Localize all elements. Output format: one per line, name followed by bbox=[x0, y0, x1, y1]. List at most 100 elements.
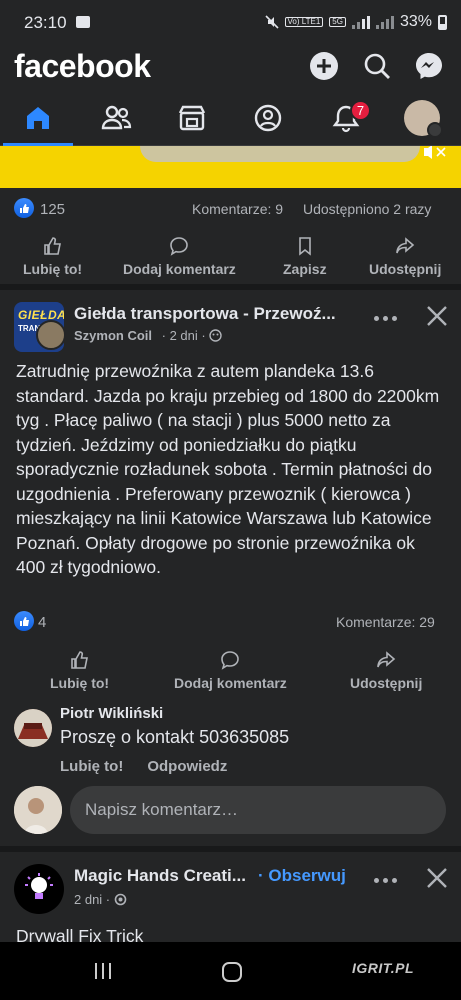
main-nav: 7 bbox=[0, 92, 461, 146]
recent-apps-icon[interactable] bbox=[93, 962, 113, 980]
menu-avatar bbox=[404, 100, 443, 138]
comment-composer: Napisz komentarz… bbox=[0, 782, 461, 842]
save-button[interactable]: Zapisz bbox=[283, 236, 327, 277]
gallery-notification-icon bbox=[76, 16, 90, 28]
menu-icon bbox=[427, 122, 443, 138]
volte-label: Vo) LTE1 bbox=[284, 17, 324, 27]
reactions-count[interactable]: 4 bbox=[38, 614, 46, 631]
mute-icon bbox=[264, 15, 279, 29]
watermark-logo: IGRIT.PL bbox=[352, 960, 415, 976]
search-button[interactable] bbox=[361, 50, 393, 82]
commenter-name[interactable]: Piotr Wikliński bbox=[60, 705, 163, 722]
shares-count[interactable]: Udostępniono 2 razy bbox=[303, 201, 431, 217]
share-icon bbox=[377, 651, 396, 668]
marketplace-icon bbox=[178, 105, 206, 131]
like-reaction-icon bbox=[14, 198, 34, 218]
messenger-icon bbox=[416, 53, 442, 79]
like-button[interactable]: Lubię to! bbox=[23, 236, 82, 277]
signal-2-icon bbox=[375, 15, 394, 29]
follow-button[interactable]: · Obserwuj bbox=[258, 866, 346, 886]
like-label: Lubię to! bbox=[50, 675, 110, 691]
post1-stats: 125 Komentarze: 9 Udostępniono 2 razy bbox=[0, 190, 461, 230]
close-icon[interactable] bbox=[423, 864, 451, 892]
like-label: Lubię to! bbox=[23, 261, 83, 277]
share-button[interactable]: Udostępnij bbox=[350, 650, 422, 691]
home-icon bbox=[27, 107, 49, 129]
share-label: Udostępnij bbox=[350, 675, 423, 691]
plus-icon bbox=[310, 52, 338, 80]
author-name[interactable]: Szymon Coil bbox=[74, 328, 152, 343]
group-avatar-logo: GIEŁDA bbox=[18, 308, 64, 322]
comment-label: Dodaj komentarz bbox=[123, 261, 236, 277]
share-button[interactable]: Udostępnij bbox=[369, 236, 441, 277]
post2-header: GIEŁDA TRANSP Giełda transportowa - Prze… bbox=[0, 290, 461, 352]
more-options-button[interactable] bbox=[369, 308, 401, 328]
notifications-badge: 7 bbox=[350, 100, 371, 121]
mute-video-icon[interactable] bbox=[420, 146, 448, 160]
more-options-button[interactable] bbox=[369, 870, 401, 890]
top-header: facebook bbox=[0, 46, 461, 88]
comment-icon bbox=[221, 651, 240, 670]
post-time: 2 dni · bbox=[74, 892, 111, 907]
image-content bbox=[140, 146, 420, 162]
tab-marketplace[interactable] bbox=[166, 98, 218, 138]
comment-label: Dodaj komentarz bbox=[174, 675, 287, 691]
network-type: 5G bbox=[329, 17, 346, 27]
search-icon bbox=[364, 53, 390, 79]
comment-text: Proszę o kontakt 503635085 bbox=[60, 727, 290, 747]
status-icons: Vo) LTE1 5G 33% bbox=[264, 13, 447, 31]
status-bar: 23:10 Vo) LTE1 5G 33% bbox=[0, 0, 461, 46]
post2-actions: Lubię to! Dodaj komentarz Udostępnij bbox=[0, 650, 461, 708]
tab-menu[interactable] bbox=[396, 98, 448, 138]
group-privacy-icon bbox=[209, 329, 223, 342]
home-button-icon[interactable] bbox=[221, 961, 243, 983]
signal-icon bbox=[351, 15, 370, 29]
share-icon bbox=[396, 237, 415, 254]
battery-percent: 33% bbox=[399, 13, 432, 30]
save-label: Zapisz bbox=[283, 261, 327, 277]
like-reaction-icon bbox=[14, 611, 34, 631]
comments-count[interactable]: Komentarze: 29 bbox=[336, 614, 435, 630]
messenger-button[interactable] bbox=[413, 50, 445, 82]
comment-item: Piotr Wikliński Proszę o kontakt 5036350… bbox=[0, 705, 461, 785]
tab-friends[interactable] bbox=[90, 98, 142, 138]
tab-home[interactable] bbox=[12, 98, 64, 138]
comment-button[interactable]: Dodaj komentarz bbox=[123, 236, 236, 277]
page-name[interactable]: Magic Hands Creati... bbox=[74, 866, 246, 886]
system-nav-bar: IGRIT.PL bbox=[0, 942, 461, 1000]
comment-actions: Lubię to! Odpowiedz bbox=[60, 758, 227, 775]
commenter-avatar[interactable] bbox=[14, 709, 52, 747]
lightbulb-icon bbox=[25, 873, 53, 899]
profile-icon bbox=[254, 104, 282, 132]
my-avatar[interactable] bbox=[14, 786, 62, 834]
comment-like-link[interactable]: Lubię to! bbox=[60, 758, 123, 775]
friends-icon bbox=[101, 105, 132, 130]
page-avatar[interactable] bbox=[14, 864, 64, 914]
author-avatar[interactable] bbox=[36, 320, 66, 350]
post-text: Zatrudnię przewoźnika z autem plandeka 1… bbox=[16, 361, 440, 577]
post-meta: Szymon Coil · 2 dni · bbox=[74, 328, 223, 343]
group-name[interactable]: Giełda transportowa - Przewoź... bbox=[74, 304, 354, 324]
thumbs-up-icon bbox=[43, 237, 61, 255]
create-button[interactable] bbox=[308, 50, 340, 82]
facebook-logo[interactable]: facebook bbox=[14, 48, 151, 85]
comment-icon bbox=[170, 237, 189, 256]
comments-count[interactable]: Komentarze: 9 bbox=[192, 201, 283, 217]
post-time: · 2 dni · bbox=[161, 328, 206, 343]
like-button[interactable]: Lubię to! bbox=[50, 650, 109, 691]
tab-notifications[interactable]: 7 bbox=[320, 98, 372, 138]
post2-stats: 4 Komentarze: 29 bbox=[0, 604, 461, 644]
comment-input[interactable]: Napisz komentarz… bbox=[70, 786, 446, 834]
settings-globe-icon bbox=[114, 893, 127, 906]
bookmark-icon bbox=[298, 237, 311, 256]
comment-button[interactable]: Dodaj komentarz bbox=[174, 650, 287, 691]
thumbs-up-icon bbox=[70, 651, 88, 669]
close-icon[interactable] bbox=[423, 302, 451, 330]
post-meta: 2 dni · bbox=[74, 892, 127, 907]
status-time: 23:10 bbox=[24, 13, 67, 32]
post-image[interactable] bbox=[0, 146, 461, 188]
tab-profile[interactable] bbox=[242, 98, 294, 138]
reactions-count[interactable]: 125 bbox=[40, 201, 65, 218]
comment-reply-link[interactable]: Odpowiedz bbox=[147, 758, 227, 775]
share-label: Udostępnij bbox=[369, 261, 442, 277]
